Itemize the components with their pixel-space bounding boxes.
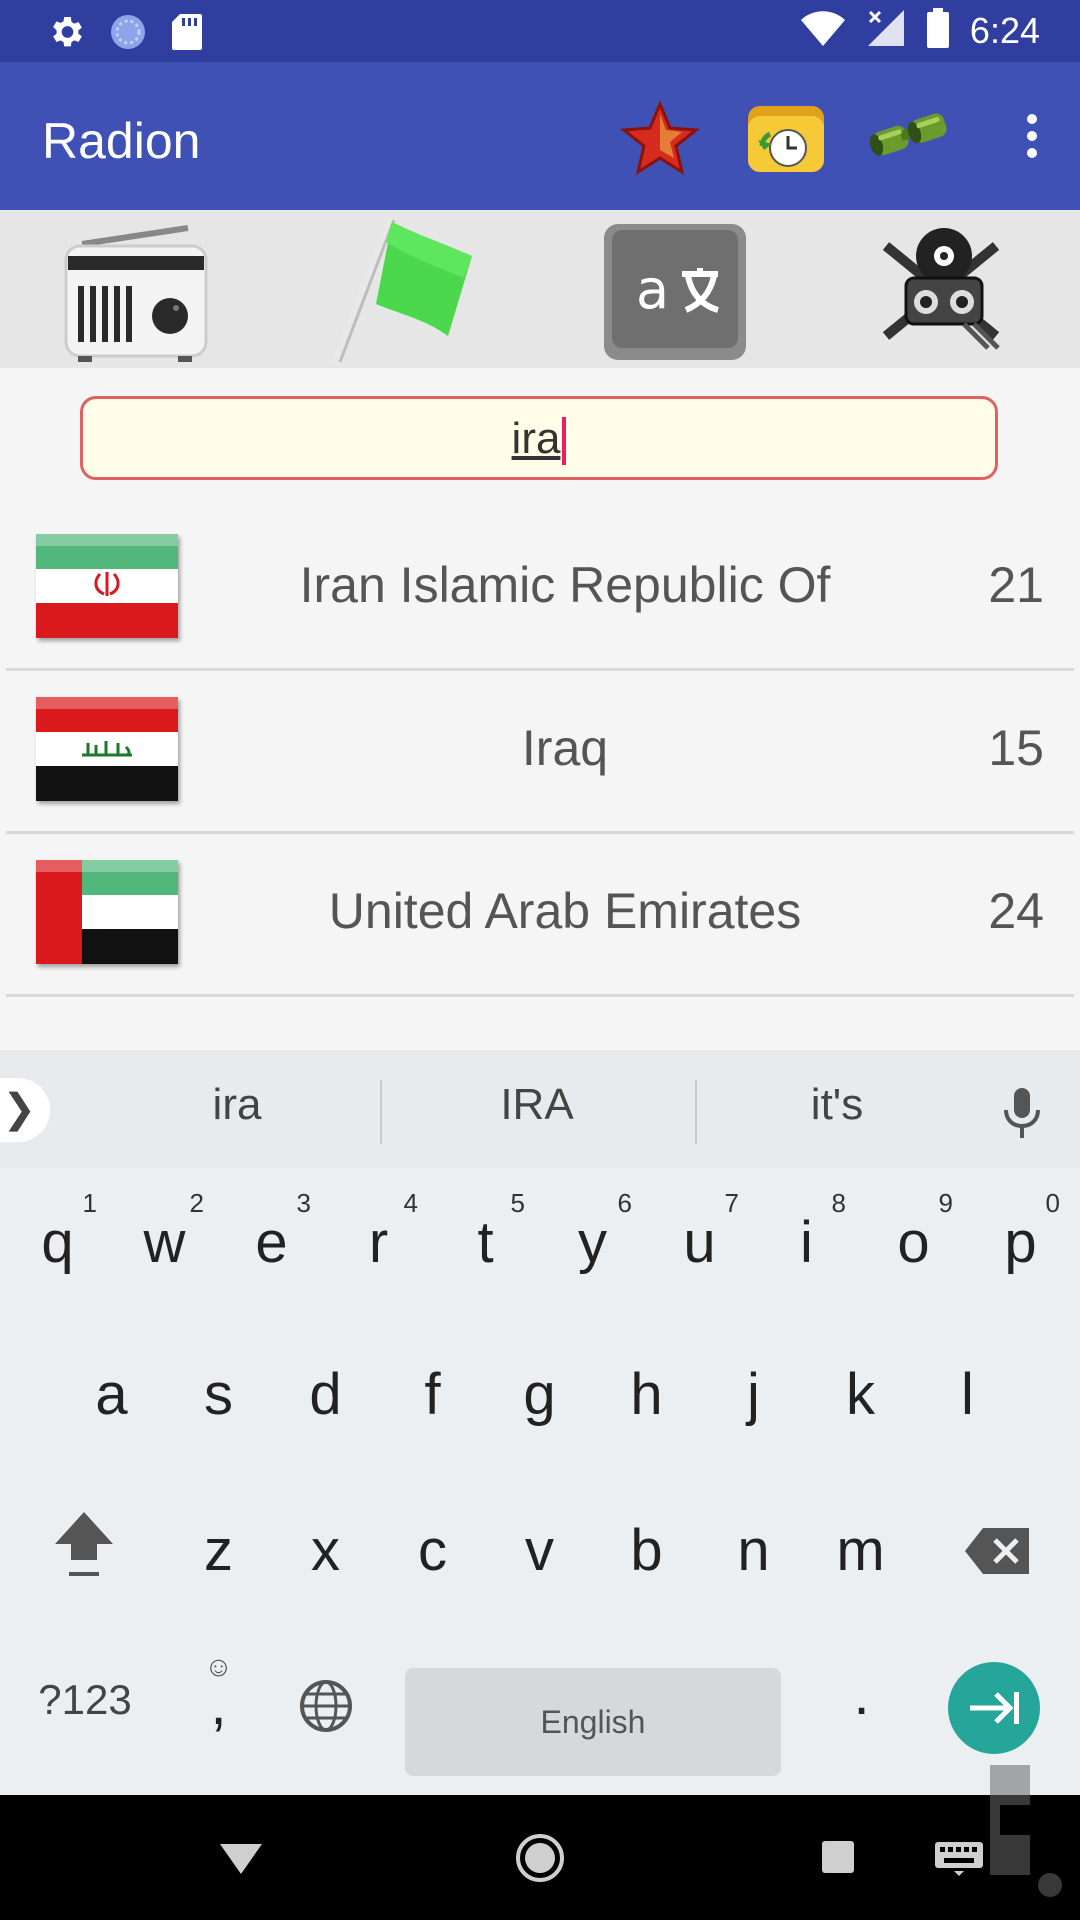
suggestion-2[interactable]: IRA [417,1080,657,1130]
keyboard-switch-icon[interactable] [934,1841,984,1877]
key-m[interactable]: m [807,1476,914,1626]
period-key[interactable]: . [808,1640,915,1790]
shift-icon [54,1512,113,1576]
divider [695,1080,697,1144]
comma-key[interactable]: ☺ , [165,1640,272,1790]
key-row-3: z x c v b n m [0,1476,1080,1626]
station-count: 15 [988,720,1044,776]
microphone-icon[interactable] [1002,1086,1042,1140]
country-flag-category-icon[interactable] [330,216,480,366]
key-l[interactable]: l [914,1320,1021,1470]
binoculars-search-icon[interactable] [866,100,950,176]
key-k[interactable]: k [807,1320,914,1470]
key-z[interactable]: z [165,1476,272,1626]
search-input-value: ira [511,414,561,463]
shift-key[interactable] [30,1476,137,1626]
station-count: 24 [988,883,1044,939]
app-title: Radion [42,113,201,169]
key-g[interactable]: g [486,1320,593,1470]
key-y[interactable]: y6 [539,1168,646,1318]
key-i[interactable]: i8 [753,1168,860,1318]
expand-toolbar-button[interactable]: ❯ [0,1078,50,1142]
backspace-icon [964,1528,1029,1574]
key-s[interactable]: s [165,1320,272,1470]
battery-icon [926,8,950,53]
key-f[interactable]: f [379,1320,486,1470]
next-arrow-icon [970,1692,1019,1724]
language-category-icon[interactable]: a [600,216,750,366]
key-h[interactable]: h [593,1320,700,1470]
key-q[interactable]: q1 [4,1168,111,1318]
station-count: 21 [988,557,1044,613]
country-row-iran[interactable]: Iran Islamic Republic Of 21 [6,508,1074,671]
wifi-icon [800,8,846,53]
key-p[interactable]: p0 [967,1168,1074,1318]
divider [380,1080,382,1144]
clock: 6:24 [969,9,1040,51]
key-row-2: a s d f g h j k l [0,1320,1080,1470]
key-r[interactable]: r4 [325,1168,432,1318]
enter-key[interactable] [948,1662,1040,1754]
sync-icon [108,12,148,57]
language-switch-key[interactable] [272,1640,379,1790]
app-bar: Radion [0,62,1080,210]
country-list: Iran Islamic Republic Of 21 Iraq 15 Unit… [0,508,1080,997]
suggestion-1[interactable]: ira [117,1080,357,1130]
country-name: Iran Islamic Republic Of [299,557,831,613]
key-v[interactable]: v [486,1476,593,1626]
country-row-uae[interactable]: United Arab Emirates 24 [6,834,1074,997]
back-icon[interactable] [218,1840,264,1876]
country-row-iraq[interactable]: Iraq 15 [6,671,1074,834]
signal-icon [866,8,906,53]
key-b[interactable]: b [593,1476,700,1626]
overflow-menu-icon[interactable] [1024,114,1040,158]
radio-category-icon[interactable] [60,216,210,366]
key-a[interactable]: a [58,1320,165,1470]
key-o[interactable]: o9 [860,1168,967,1318]
key-x[interactable]: x [272,1476,379,1626]
uae-flag-icon [36,860,178,964]
key-u[interactable]: u7 [646,1168,753,1318]
status-bar: 6:24 [0,0,1080,62]
country-name: Iraq [521,720,609,776]
key-t[interactable]: t5 [432,1168,539,1318]
key-n[interactable]: n [700,1476,807,1626]
emoji-icon: ☺ [204,1651,233,1682]
backspace-key[interactable] [944,1476,1051,1626]
sd-card-icon [170,12,204,57]
history-folder-icon[interactable] [744,100,828,176]
settings-icon [46,12,86,57]
chevron-right-icon: ❯ [2,1087,36,1131]
recents-icon[interactable] [820,1839,856,1875]
key-j[interactable]: j [700,1320,807,1470]
symbols-key[interactable]: ?123 [20,1640,150,1790]
suggestion-3[interactable]: it's [717,1080,957,1130]
suggestion-strip: ❯ ira IRA it's [0,1050,1080,1168]
favorites-star-icon[interactable] [620,100,704,176]
category-bar: a [0,210,1080,368]
country-name: United Arab Emirates [328,883,802,939]
watermark-logo [990,1765,1062,1897]
text-cursor [562,417,567,466]
key-c[interactable]: c [379,1476,486,1626]
svg-text:a: a [636,258,669,321]
country-search-input[interactable]: ira [80,396,998,480]
home-icon[interactable] [515,1833,565,1883]
globe-icon [299,1680,352,1732]
key-d[interactable]: d [272,1320,379,1470]
search-area: ira [0,368,1080,508]
music-genre-category-icon[interactable] [866,216,1016,366]
space-bar[interactable]: English [405,1668,781,1776]
key-w[interactable]: w2 [111,1168,218,1318]
navigation-bar [0,1765,1080,1920]
key-e[interactable]: e3 [218,1168,325,1318]
iraq-flag-icon [36,697,178,801]
iran-flag-icon [36,534,178,638]
key-row-1: q1 w2 e3 r4 t5 y6 u7 i8 o9 p0 [0,1168,1080,1318]
